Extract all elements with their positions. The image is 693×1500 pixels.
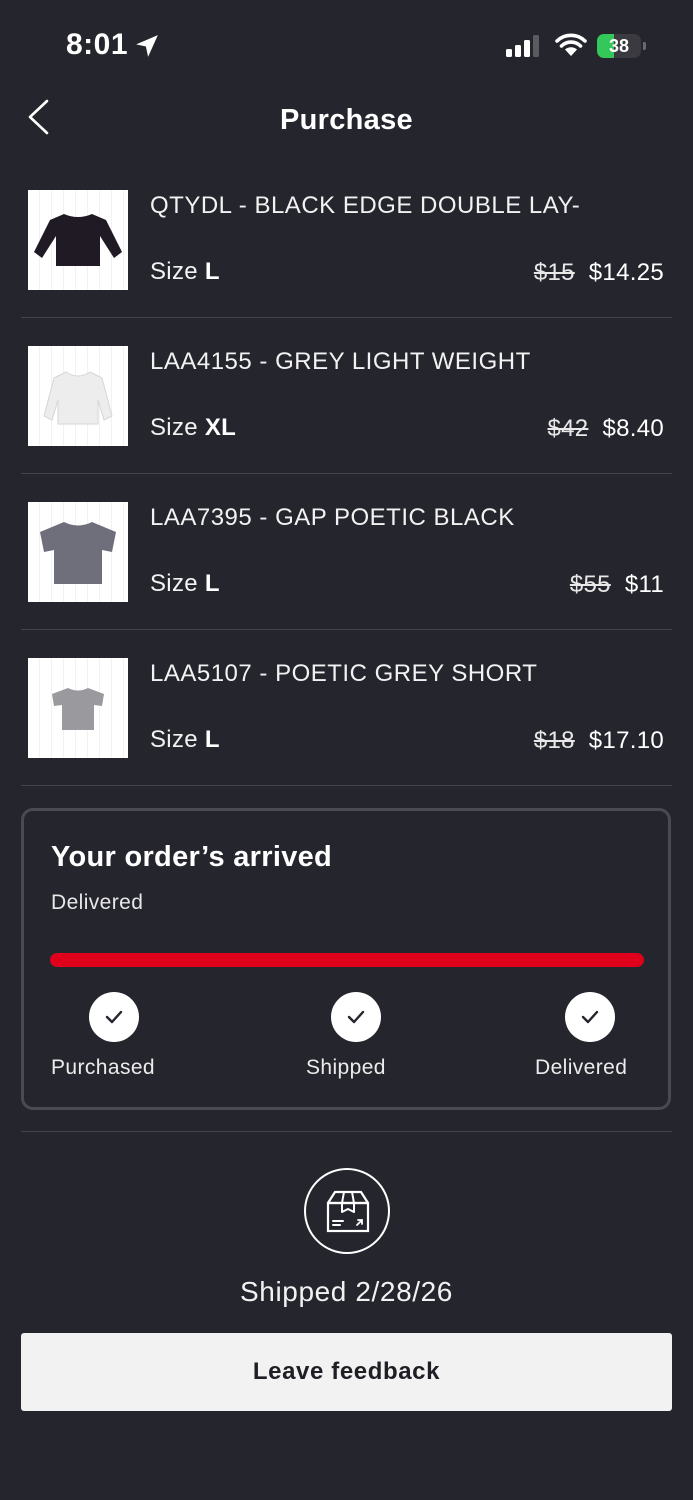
product-thumbnail (28, 502, 128, 602)
tshirt-icon (52, 688, 104, 730)
page-title: Purchase (280, 104, 413, 136)
size-label: Size (150, 414, 198, 441)
shipment-badge (304, 1168, 390, 1254)
item-price: $18 $17.10 (534, 727, 664, 755)
order-progress-bar (50, 953, 644, 967)
sale-price: $8.40 (602, 415, 664, 442)
item-title: QTYDL - BLACK EDGE DOUBLE LAY- (150, 192, 581, 219)
step-purchased-label: Purchased (51, 1056, 155, 1079)
item-size: Size L (150, 726, 220, 754)
step-shipped-label: Shipped (306, 1056, 386, 1079)
item-size: Size XL (150, 414, 236, 442)
list-item[interactable]: QTYDL - BLACK EDGE DOUBLE LAY- Size L $1… (21, 162, 672, 318)
sale-price: $14.25 (588, 259, 664, 286)
original-price: $15 (533, 259, 575, 286)
sale-price: $17.10 (588, 727, 664, 754)
wifi-icon (555, 33, 587, 56)
item-size: Size L (150, 258, 220, 286)
list-item[interactable]: LAA4155 - GREY LIGHT WEIGHT Size XL $42 $… (21, 318, 672, 474)
step-purchased-check (89, 992, 139, 1042)
section-divider (21, 1131, 672, 1132)
item-price: $15 $14.25 (534, 259, 664, 287)
purchase-screen: 8:01 38 Purchase QTYDL - BLACK EDGE DOUB… (0, 0, 693, 1500)
product-thumbnail (28, 346, 128, 446)
checkmark-icon (581, 1010, 599, 1024)
cellular-signal-icon (506, 35, 539, 57)
size-value: L (204, 258, 220, 285)
order-progress-fill (50, 953, 644, 967)
original-price: $18 (533, 727, 575, 754)
battery-percentage: 38 (608, 36, 630, 56)
order-status-card: Your order’s arrived Delivered Purchased… (21, 808, 671, 1110)
original-price: $42 (547, 415, 589, 442)
battery-cap (643, 42, 646, 50)
leave-feedback-button[interactable]: Leave feedback (21, 1333, 672, 1411)
list-item[interactable]: LAA7395 - GAP POETIC BLACK Size L $55 $11 (21, 474, 672, 630)
item-price: $55 $11 (570, 571, 664, 599)
item-title: LAA4155 - GREY LIGHT WEIGHT (150, 348, 531, 375)
step-delivered-check (565, 992, 615, 1042)
item-title: LAA7395 - GAP POETIC BLACK (150, 504, 515, 531)
battery-body: 38 (597, 34, 641, 58)
order-status-text: Delivered (51, 891, 144, 914)
size-label: Size (150, 726, 198, 753)
tshirt-icon (40, 522, 116, 584)
product-thumbnail (28, 658, 128, 758)
checkmark-icon (347, 1010, 365, 1024)
item-size: Size L (150, 570, 220, 598)
sale-price: $11 (624, 571, 664, 598)
battery-indicator: 38 (597, 34, 647, 58)
step-shipped-check (331, 992, 381, 1042)
order-status-title: Your order’s arrived (51, 841, 333, 873)
list-item[interactable]: LAA5107 - POETIC GREY SHORT Size L $18 $1… (21, 630, 672, 786)
status-time: 8:01 (66, 28, 129, 61)
size-label: Size (150, 258, 198, 285)
longsleeve-shirt-icon (34, 214, 122, 266)
item-price: $42 $8.40 (547, 415, 664, 443)
size-value: L (204, 570, 220, 597)
step-delivered-label: Delivered (535, 1056, 628, 1079)
location-arrow-icon (136, 35, 158, 57)
size-value: XL (204, 414, 237, 441)
size-label: Size (150, 570, 198, 597)
product-thumbnail (28, 190, 128, 290)
original-price: $55 (569, 571, 611, 598)
shipped-date: Shipped 2/28/26 (240, 1276, 453, 1307)
checkmark-icon (105, 1010, 123, 1024)
hoodie-icon (43, 371, 113, 425)
package-box-icon (326, 1190, 370, 1233)
size-value: L (204, 726, 220, 753)
status-bar: 8:01 38 (0, 0, 693, 90)
purchase-item-list: QTYDL - BLACK EDGE DOUBLE LAY- Size L $1… (21, 162, 672, 786)
item-title: LAA5107 - POETIC GREY SHORT (150, 660, 538, 687)
